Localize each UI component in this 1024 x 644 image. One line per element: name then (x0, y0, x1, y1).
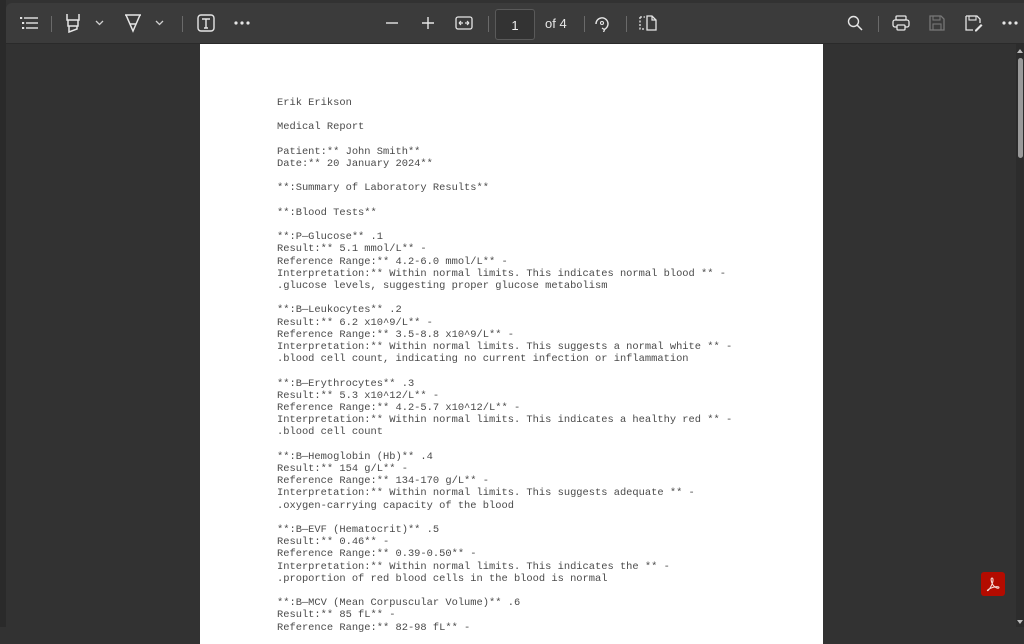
fit-to-width-button[interactable] (453, 11, 475, 35)
scroll-up-arrow[interactable] (1017, 49, 1023, 53)
document-line: **:B—Erythrocytes** .3 (277, 377, 415, 390)
save-button[interactable] (926, 11, 948, 35)
highlight-dropdown[interactable] (92, 11, 106, 35)
document-line: .oxygen-carrying capacity of the blood (277, 499, 514, 512)
document-line: Result:** 5.1 mmol/L** - (277, 243, 427, 256)
document-line: **:P—Glucose** .1 (277, 231, 384, 244)
document-line: Interpretation:** Within normal limits. … (277, 487, 695, 500)
document-line: Result:** 154 g/L** - (277, 462, 408, 475)
chevron-down-icon (95, 20, 103, 26)
document-line: Interpretation:** Within normal limits. … (277, 414, 733, 427)
print-button[interactable] (890, 11, 912, 35)
toolbar-divider (51, 16, 52, 32)
save-as-icon (965, 14, 983, 31)
more-options-icon (1002, 21, 1018, 25)
scrollbar-thumb[interactable] (1018, 58, 1023, 158)
pdf-page: Erik Erikson Medical Report Patient:** Joh… (200, 44, 823, 644)
document-line: **:Blood Tests** (277, 206, 377, 219)
pdf-toolbar: 1 of 4 (6, 3, 1024, 44)
page-number-input[interactable]: 1 (495, 9, 535, 40)
document-line: Interpretation:** Within normal limits. … (277, 340, 733, 353)
document-line: **:Summary of Laboratory Results** (277, 182, 490, 195)
search-button[interactable] (844, 11, 866, 35)
more-options-icon (234, 21, 250, 25)
document-line: **:B—MCV (Mean Corpuscular Volume)** .6 (277, 597, 521, 610)
page-total-label: of 4 (545, 16, 567, 31)
minus-icon (386, 22, 398, 24)
adobe-acrobat-button[interactable] (981, 572, 1005, 596)
document-line: **:B—Hemoglobin (Hb)** .4 (277, 450, 433, 463)
more-options-button[interactable] (999, 11, 1021, 35)
document-line: Reference Range:** 4.2-5.7 x10^12/L** - (277, 401, 521, 414)
document-line: Patient:** John Smith** (277, 145, 421, 158)
vertical-scrollbar[interactable] (1016, 44, 1024, 627)
highlighter-icon (66, 14, 80, 33)
document-line: .proportion of red blood cells in the bl… (277, 572, 608, 585)
add-text-icon (197, 14, 215, 32)
zoom-in-button[interactable] (417, 11, 439, 35)
document-line: Erik Erikson (277, 97, 352, 109)
document-line: Result:** 0.46** - (277, 536, 390, 549)
draw-dropdown[interactable] (152, 11, 166, 35)
more-tools-button[interactable] (231, 11, 253, 35)
toolbar-divider (584, 16, 585, 32)
document-line: **:B—Leukocytes** .2 (277, 304, 402, 317)
highlight-button[interactable] (62, 11, 84, 35)
toolbar-divider (182, 16, 183, 32)
save-as-button[interactable] (963, 11, 985, 35)
document-line: .glucose levels, suggesting proper gluco… (277, 279, 608, 292)
chevron-down-icon (155, 20, 163, 26)
print-icon (892, 15, 910, 31)
table-of-contents-button[interactable] (18, 11, 40, 35)
toolbar-divider (626, 16, 627, 32)
toolbar-divider (488, 16, 489, 32)
document-line: Reference Range:** 4.2-6.0 mmol/L** - (277, 255, 508, 268)
plus-icon (422, 17, 434, 29)
document-line: .blood cell count (277, 426, 384, 439)
document-line: Reference Range:** 3.5-8.8 x10^9/L** - (277, 328, 514, 341)
document-line: Reference Range:** 82-98 fL** - (277, 621, 471, 634)
document-line: .blood cell count, indicating no current… (277, 353, 689, 366)
table-of-contents-icon (20, 17, 38, 29)
document-line: Date:** 20 January 2024** (277, 157, 433, 170)
document-line: Result:** 6.2 x10^9/L** - (277, 316, 433, 329)
document-text: Erik Erikson Medical Report Patient:** Joh… (277, 97, 732, 634)
draw-button[interactable] (122, 11, 144, 35)
adobe-acrobat-icon (986, 577, 1000, 592)
add-text-button[interactable] (195, 11, 217, 35)
document-line: Interpretation:** Within normal limits. … (277, 267, 726, 280)
page-view-icon (639, 15, 657, 31)
scroll-down-arrow[interactable] (1017, 620, 1023, 624)
page-view-button[interactable] (637, 11, 659, 35)
save-icon (929, 15, 945, 31)
search-icon (847, 15, 863, 31)
document-line: Result:** 5.3 x10^12/L** - (277, 389, 440, 402)
document-line: **:B—EVF (Hematocrit)** .5 (277, 523, 440, 536)
document-line: Result:** 85 fL** - (277, 609, 396, 622)
rotate-icon (595, 17, 609, 32)
document-line: Medical Report (277, 121, 365, 134)
document-line: Interpretation:** Within normal limits. … (277, 560, 670, 573)
draw-pen-icon (125, 14, 141, 33)
rotate-button[interactable] (591, 11, 613, 35)
document-line: Reference Range:** 134-170 g/L** - (277, 475, 490, 488)
fit-to-width-icon (455, 16, 473, 30)
toolbar-divider (878, 16, 879, 32)
zoom-out-button[interactable] (381, 11, 403, 35)
document-line: Reference Range:** 0.39-0.50** - (277, 548, 477, 561)
